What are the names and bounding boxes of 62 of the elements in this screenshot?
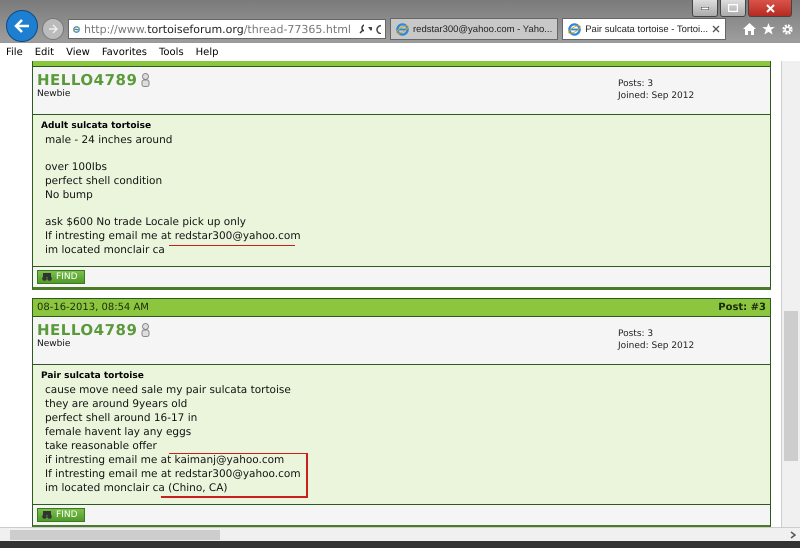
right-chevron-icon[interactable] xyxy=(790,530,796,538)
scrollbar-thumb[interactable] xyxy=(10,530,220,540)
settings-icon[interactable] xyxy=(781,22,794,36)
left-arrow-icon xyxy=(14,19,30,33)
join-date: Joined: Sep 2012 xyxy=(618,91,696,101)
post-text-line: If intresting email me at redstar300@yahoo.com xyxy=(44,230,301,243)
post-date: 08-16-2013, 08:54 AM xyxy=(37,302,149,313)
horizontal-scrollbar[interactable] xyxy=(0,527,800,541)
address-field[interactable]: http://www.tortoiseforum.org/thread-77365.html xyxy=(68,19,386,39)
post-text-line: over 100Ibs xyxy=(44,161,108,174)
post-title: Adult sulcata tortoise xyxy=(41,121,152,132)
post-text-line: im located monclair ca xyxy=(44,244,165,257)
post-text-line: if intresting email me at kaimanj@yahoo.com xyxy=(44,454,284,467)
user-rank: Newbie xyxy=(37,339,72,349)
post-text-line: No bump xyxy=(44,189,93,202)
back-button[interactable] xyxy=(6,10,38,42)
post-text-line: they are around 9years old xyxy=(44,398,188,411)
bracket-side-line xyxy=(306,453,308,498)
post-text-line: cause move need sale my pair sulcata tortoise xyxy=(44,384,291,397)
post-count: Posts: 3 xyxy=(618,329,654,339)
post-text-line: perfect shell around 16-17 in xyxy=(44,412,198,425)
forward-button[interactable] xyxy=(42,18,64,40)
menu-item[interactable]: Help xyxy=(196,46,218,58)
refresh-icon xyxy=(376,24,381,34)
binoculars-icon xyxy=(42,511,52,519)
globe-e-icon xyxy=(396,22,409,36)
minimize-icon xyxy=(701,6,709,10)
join-date: Joined: Sep 2012 xyxy=(618,341,696,351)
vertical-scrollbar[interactable] xyxy=(781,61,800,527)
maximize-button[interactable] xyxy=(720,0,746,17)
post-number: Post: #3 xyxy=(718,302,766,313)
menu-item[interactable]: Edit xyxy=(34,46,54,58)
right-arrow-icon xyxy=(48,24,58,34)
post-text-line: take reasonable offer xyxy=(44,440,157,453)
star-icon[interactable] xyxy=(762,22,775,34)
post-text-line: male - 24 inches around xyxy=(44,134,172,147)
close-icon[interactable] xyxy=(712,25,720,33)
post-text-line: perfect shell condition xyxy=(44,175,162,188)
menu-item[interactable]: Favorites xyxy=(102,46,148,58)
person-icon xyxy=(141,73,150,87)
browser-tab[interactable]: redstar300@yahoo.com - Yaho... xyxy=(390,18,558,40)
close-icon xyxy=(766,4,774,12)
person-icon xyxy=(141,323,150,337)
post-text-line: female havent lay any eggs xyxy=(44,426,192,439)
post-text-line: If intresting email me at redstar300@yahoo.com xyxy=(44,468,301,481)
scrollbar-thumb[interactable] xyxy=(784,311,798,461)
home-icon[interactable] xyxy=(743,22,756,34)
minimize-button[interactable] xyxy=(692,0,718,17)
menu-item[interactable]: View xyxy=(66,46,90,58)
maximize-icon xyxy=(728,4,738,12)
menu-item[interactable]: File xyxy=(6,46,23,58)
globe-e-icon xyxy=(568,22,582,36)
close-button[interactable] xyxy=(748,0,792,17)
menu-item[interactable]: Tools xyxy=(159,46,184,58)
binoculars-icon xyxy=(42,273,52,281)
browser-tab[interactable]: Pair sulcata tortoise - Tortoi... xyxy=(562,18,726,40)
post-text-line: im located monclair ca (Chino, CA) xyxy=(44,482,228,495)
post-text-line: ask $600 No trade Locale pick up only xyxy=(44,216,246,229)
post-title: Pair sulcata tortoise xyxy=(41,371,145,382)
post-count: Posts: 3 xyxy=(618,79,654,89)
dropdown-icon xyxy=(368,27,372,31)
user-rank: Newbie xyxy=(37,89,72,99)
